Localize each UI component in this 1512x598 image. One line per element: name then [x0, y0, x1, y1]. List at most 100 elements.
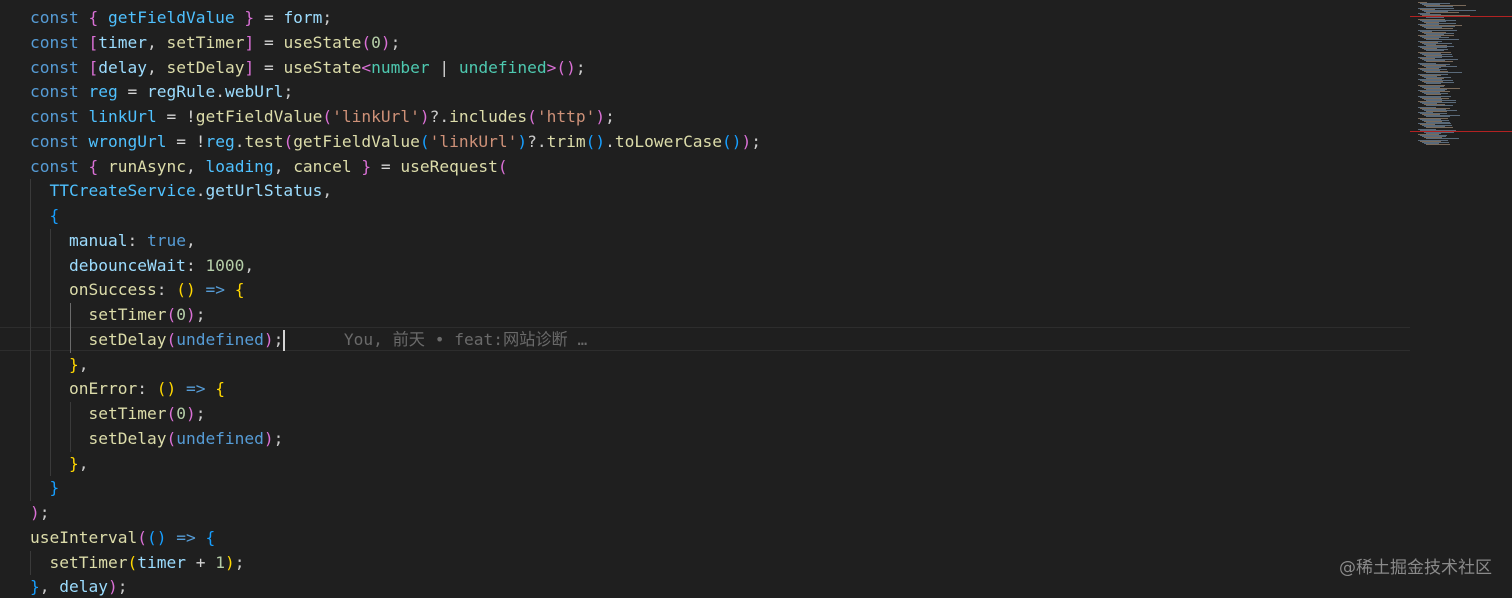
code-token: const — [30, 131, 89, 151]
code-token: = — [176, 131, 196, 151]
code-token: } — [49, 478, 60, 498]
code-token: ; — [283, 82, 294, 102]
code-token: : — [137, 379, 157, 399]
code-token: ; — [575, 57, 586, 77]
code-line[interactable]: ); — [30, 501, 50, 526]
code-token: , — [78, 354, 89, 374]
code-token: . — [195, 181, 206, 201]
code-line[interactable]: manual: true, — [30, 229, 196, 254]
code-token: ] — [244, 32, 264, 52]
code-line[interactable]: const { runAsync, loading, cancel } = us… — [30, 155, 508, 180]
code-token: . — [215, 82, 225, 102]
code-token: = — [263, 57, 284, 77]
code-token: ?. — [429, 107, 450, 126]
code-token: , — [322, 181, 333, 201]
code-token: test — [244, 131, 284, 151]
code-token: () — [146, 527, 167, 547]
code-line[interactable]: const linkUrl = !getFieldValue('linkUrl'… — [30, 105, 615, 130]
code-line[interactable]: } — [30, 476, 60, 501]
code-token: useState — [283, 57, 362, 77]
code-token: 'linkUrl' — [429, 131, 518, 151]
code-token: ( — [556, 57, 567, 77]
code-token: ) — [185, 404, 196, 423]
code-editor[interactable]: const { getFieldValue } = form; const [ti… — [0, 0, 1410, 598]
code-token: ( — [722, 131, 732, 151]
code-line[interactable]: const [delay, setDelay] = useState<numbe… — [30, 56, 586, 81]
code-token: ) — [595, 131, 606, 151]
watermark-text: @稀土掘金技术社区 — [1339, 558, 1492, 578]
code-token: , — [185, 230, 196, 250]
code-token: ) — [263, 428, 274, 448]
code-token: form — [283, 8, 323, 27]
code-line[interactable]: }, delay); — [30, 575, 127, 598]
minimap-error-marker — [1410, 16, 1512, 17]
code-token: : — [127, 230, 147, 250]
code-token: , — [146, 57, 167, 77]
code-line[interactable]: setDelay(undefined); — [30, 427, 283, 452]
code-line[interactable]: }, — [30, 353, 89, 378]
code-line[interactable]: onSuccess: () => { — [30, 278, 244, 303]
code-token: ! — [185, 107, 196, 126]
code-token: ( — [166, 329, 177, 349]
code-token: const — [30, 156, 89, 176]
code-token: ( — [283, 131, 294, 151]
code-token: , — [39, 577, 60, 597]
minimap-line — [1426, 11, 1459, 13]
code-line[interactable]: onError: () => { — [30, 377, 225, 402]
code-token: webUrl — [224, 82, 284, 102]
code-token: ) — [731, 131, 742, 151]
git-blame-annotation: You, 前天 • feat:网站诊断 … — [285, 329, 588, 349]
code-token: setTimer — [88, 404, 167, 423]
code-token: toLowerCase — [614, 131, 723, 151]
code-line[interactable]: setDelay(undefined); You, 前天 • feat:网站诊断… — [30, 328, 587, 353]
code-token: undefined — [176, 428, 264, 448]
code-token: ) — [185, 305, 196, 324]
code-line[interactable]: setTimer(0); — [30, 402, 205, 427]
code-token: ( — [322, 107, 333, 126]
code-token: ( — [585, 131, 596, 151]
code-token: ; — [751, 131, 762, 151]
code-token: setDelay — [166, 57, 245, 77]
code-token: ) — [741, 131, 752, 151]
code-token: wrongUrl — [88, 131, 177, 151]
code-token: ; — [322, 8, 333, 27]
code-token: loading — [205, 156, 274, 176]
code-line[interactable]: TTCreateService.getUrlStatus, — [30, 179, 333, 204]
code-token: linkUrl — [88, 107, 167, 126]
code-line[interactable]: const reg = regRule.webUrl; — [30, 80, 293, 105]
minimap-line — [1426, 143, 1450, 145]
code-token: 0 — [176, 305, 186, 324]
code-token: | — [429, 57, 459, 77]
code-token: ; — [39, 503, 50, 522]
code-token: true — [146, 230, 186, 250]
code-token: reg — [205, 131, 235, 151]
code-token: const — [30, 82, 89, 102]
code-token: ) — [419, 107, 430, 126]
code-token: TTCreateService — [49, 181, 196, 201]
code-token: ( — [497, 156, 508, 176]
code-token: setDelay — [88, 428, 167, 448]
code-line[interactable]: useInterval(() => { — [30, 526, 215, 551]
code-token: , — [78, 453, 89, 473]
code-line[interactable]: const wrongUrl = !reg.test(getFieldValue… — [30, 130, 761, 155]
code-line[interactable]: const { getFieldValue } = form; — [30, 6, 332, 31]
code-token: setTimer — [88, 305, 167, 324]
code-token: ) — [224, 552, 235, 572]
code-token: manual — [68, 230, 128, 250]
code-line[interactable]: setTimer(0); — [30, 303, 205, 328]
code-token: timer — [137, 552, 196, 572]
code-line[interactable]: const [timer, setTimer] = useState(0); — [30, 31, 400, 56]
code-token: ) — [107, 577, 118, 597]
code-line[interactable]: { — [30, 204, 60, 229]
code-token: regRule — [146, 82, 216, 102]
code-line[interactable]: setTimer(timer + 1); — [30, 551, 245, 576]
minimap[interactable] — [1410, 0, 1512, 598]
code-token: 0 — [371, 32, 381, 52]
code-line[interactable]: debounceWait: 1000, — [30, 254, 254, 279]
code-token: = — [166, 107, 186, 126]
code-token: delay — [59, 577, 108, 597]
code-token: number — [371, 57, 430, 77]
code-token: : — [185, 255, 206, 275]
code-line[interactable]: }, — [30, 452, 89, 477]
code-token: getUrlStatus — [205, 181, 323, 201]
